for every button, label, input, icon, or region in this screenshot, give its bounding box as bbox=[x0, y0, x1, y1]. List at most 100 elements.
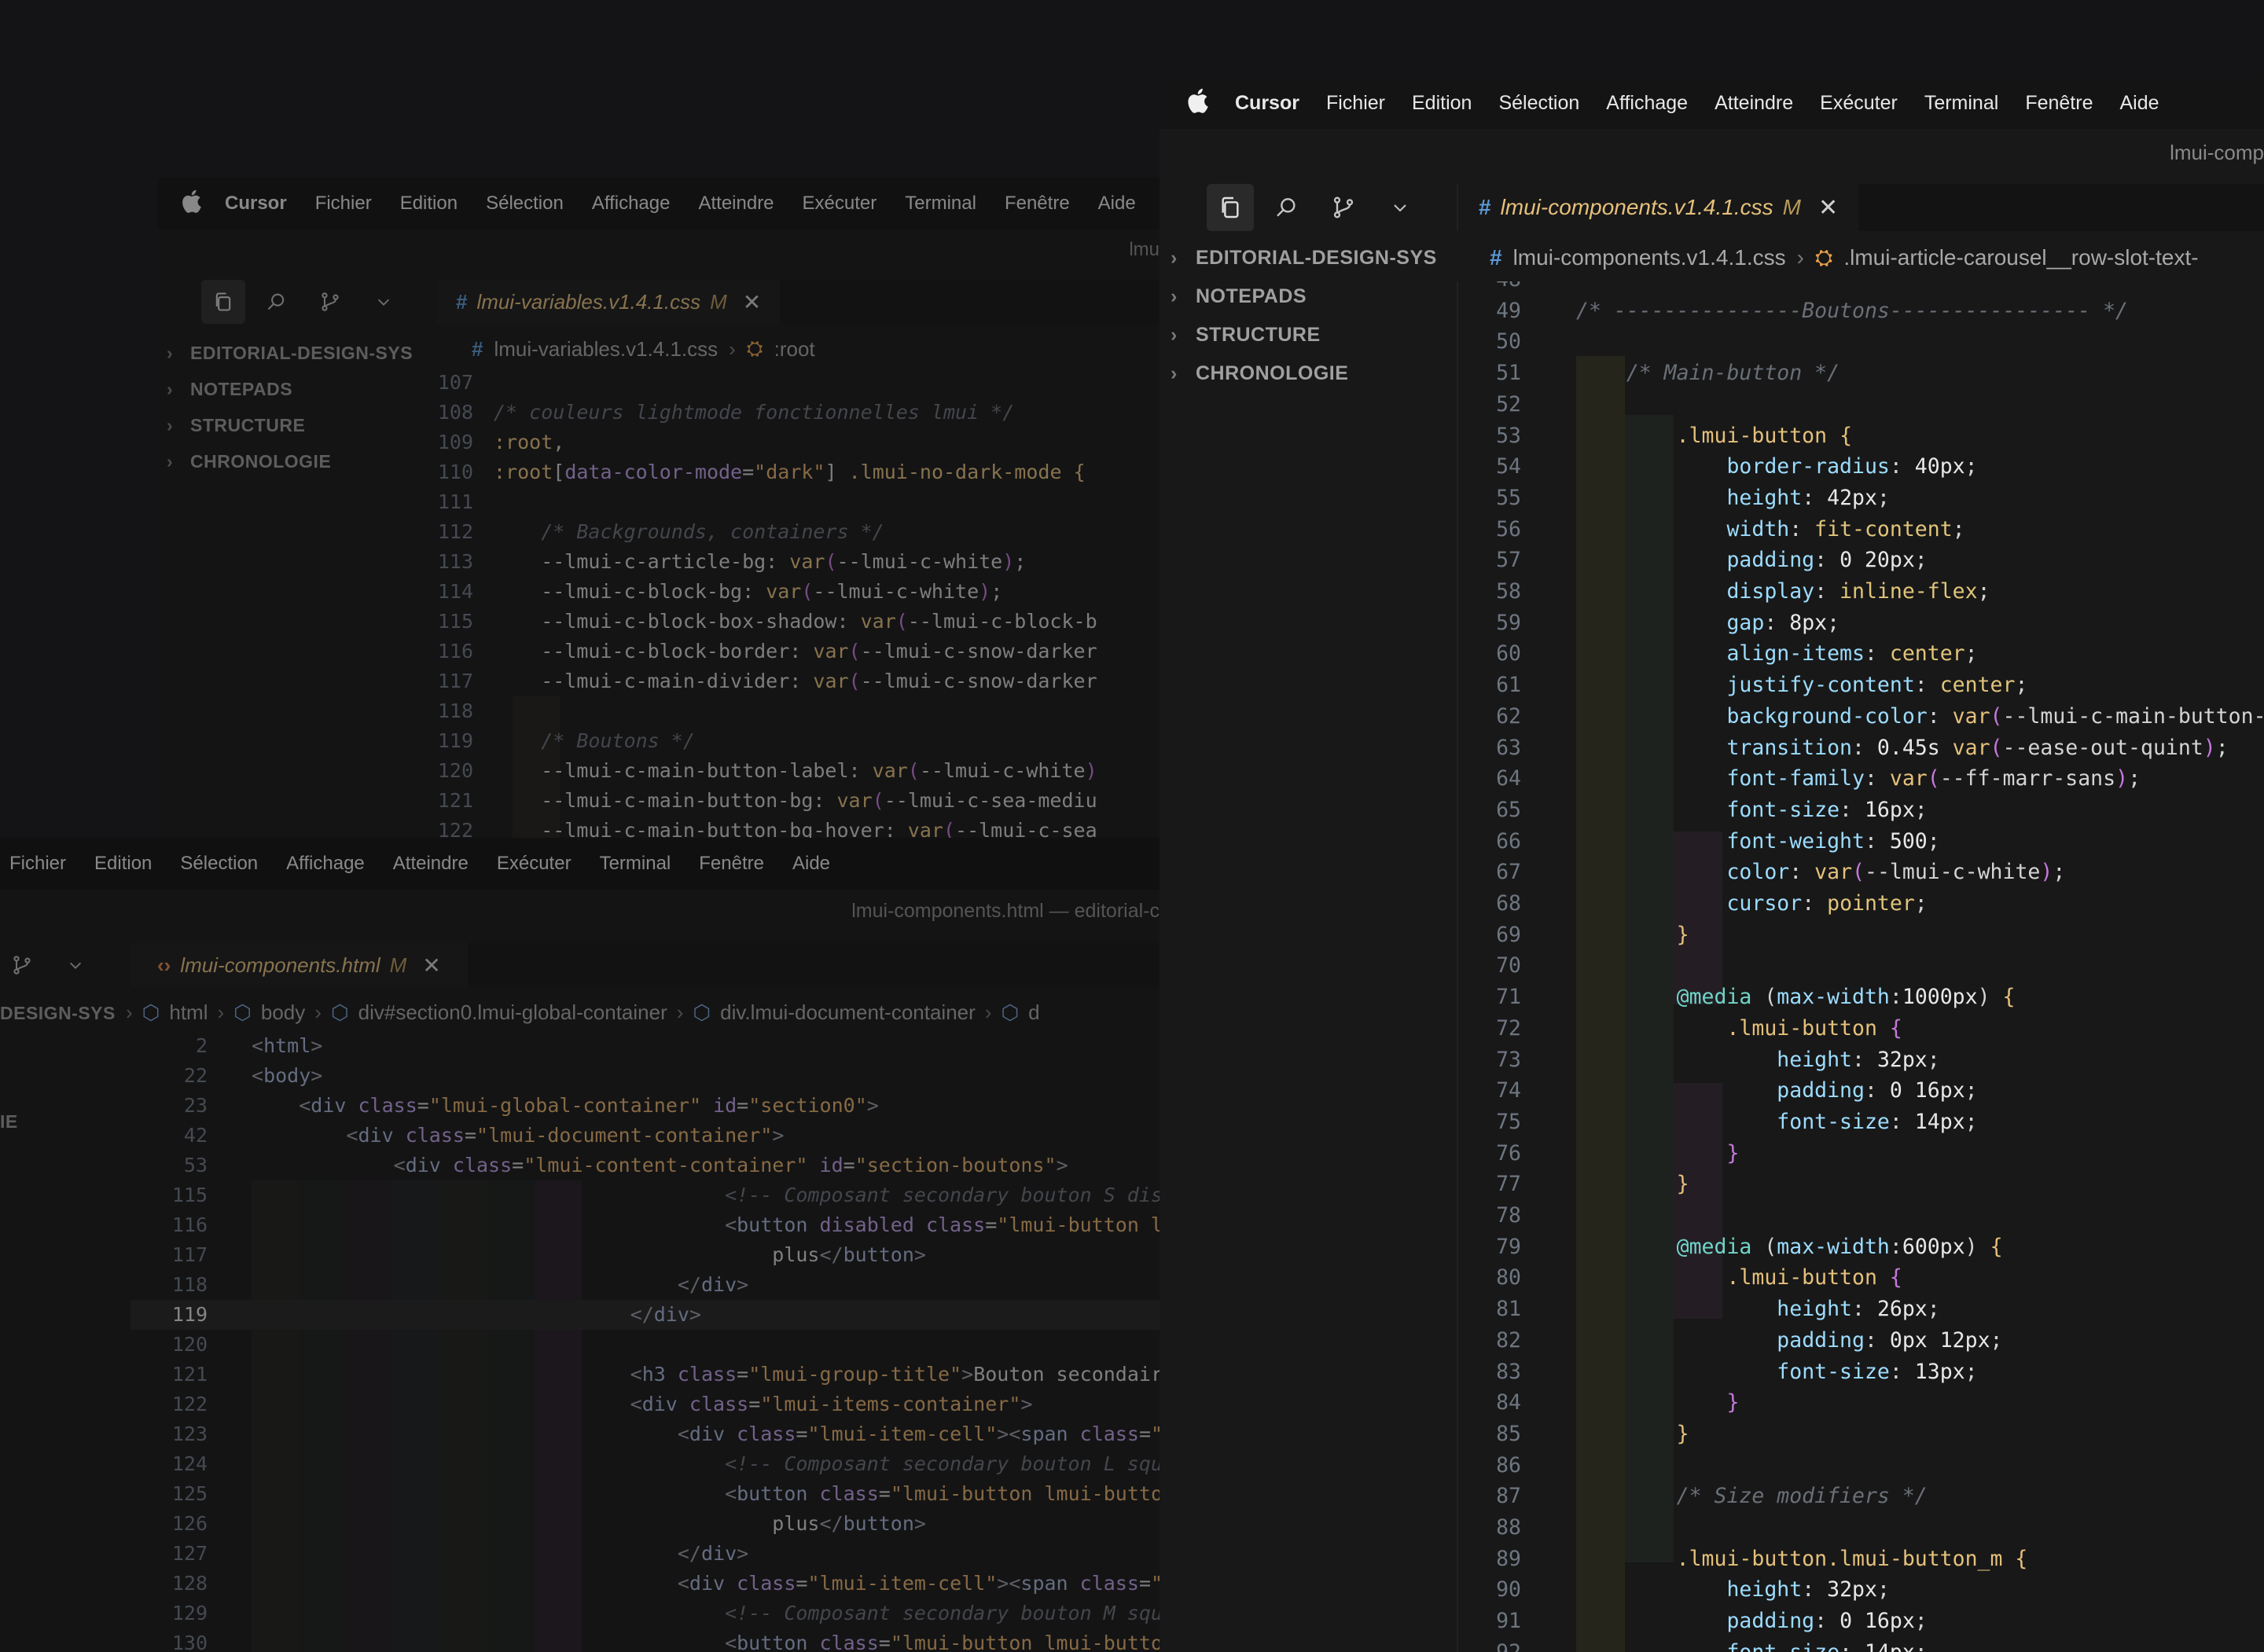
explorer-section[interactable]: › EDITORIAL-DESIGN-SYS bbox=[1171, 239, 1454, 277]
explorer-section[interactable]: › CHRONOLOGIE bbox=[167, 443, 434, 479]
breadcrumb-item[interactable]: .lmui-article-carousel__row-slot-text- bbox=[1843, 245, 2198, 270]
code-line[interactable]: 89 .lmui-button.lmui-button_m { bbox=[1458, 1544, 2264, 1575]
code-line[interactable]: 77 } bbox=[1458, 1169, 2264, 1200]
apple-icon[interactable] bbox=[1160, 88, 1235, 119]
menu-executer[interactable]: Exécuter bbox=[1820, 92, 1898, 115]
code-line[interactable]: 84 } bbox=[1458, 1387, 2264, 1419]
source-control-icon[interactable] bbox=[308, 280, 352, 324]
code-line[interactable]: 117 plus</button> bbox=[130, 1240, 1160, 1270]
code-line[interactable]: 116 --lmui-c-block-border: var(--lmui-c-… bbox=[437, 637, 1160, 666]
code-line[interactable]: 50 bbox=[1458, 326, 2264, 358]
breadcrumb-item[interactable]: div.lmui-document-container bbox=[720, 1000, 976, 1025]
explorer-section[interactable]: › CHRONOLOGIE bbox=[1171, 354, 1454, 393]
code-line[interactable]: 68 cursor: pointer; bbox=[1458, 888, 2264, 920]
breadcrumb-item[interactable]: div#section0.lmui-global-container bbox=[358, 1000, 667, 1025]
menu-affichage[interactable]: Affichage bbox=[1606, 92, 1688, 115]
code-line[interactable]: 65 font-size: 16px; bbox=[1458, 795, 2264, 826]
code-line[interactable]: 90 height: 32px; bbox=[1458, 1574, 2264, 1606]
code-line[interactable]: 71 @media (max-width:1000px) { bbox=[1458, 982, 2264, 1013]
explorer-section[interactable]: › NOTEPADS bbox=[167, 371, 434, 407]
code-line[interactable]: 58 display: inline-flex; bbox=[1458, 576, 2264, 608]
code-line[interactable]: 114 --lmui-c-block-bg: var(--lmui-c-whit… bbox=[437, 577, 1160, 607]
code-line[interactable]: 115 --lmui-c-block-box-shadow: var(--lmu… bbox=[437, 607, 1160, 637]
menu-fenetre[interactable]: Fenêtre bbox=[1005, 193, 1070, 215]
code-line[interactable]: 53 <div class="lmui-content-container" i… bbox=[130, 1151, 1160, 1180]
code-line[interactable]: 61 justify-content: center; bbox=[1458, 670, 2264, 701]
code-line[interactable]: 126 plus</button> bbox=[130, 1509, 1160, 1539]
code-line[interactable]: 81 height: 26px; bbox=[1458, 1294, 2264, 1325]
code-editor[interactable]: 107 108 /* couleurs lightmode fonctionnell… bbox=[437, 368, 1160, 838]
tab-lmui-components-html[interactable]: ‹› lmui-components.html M ✕ bbox=[130, 943, 468, 987]
code-line[interactable]: 83 font-size: 13px; bbox=[1458, 1356, 2264, 1388]
code-line[interactable]: 118 </div> bbox=[130, 1270, 1160, 1300]
breadcrumb-item[interactable]: html bbox=[169, 1000, 208, 1025]
apple-icon[interactable] bbox=[157, 189, 225, 218]
menu-aide[interactable]: Aide bbox=[2119, 92, 2159, 115]
code-line[interactable]: 82 padding: 0px 12px; bbox=[1458, 1325, 2264, 1356]
explorer-section[interactable] bbox=[0, 1067, 126, 1103]
code-line[interactable]: 118 bbox=[437, 696, 1160, 726]
code-line[interactable]: 67 color: var(--lmui-c-white); bbox=[1458, 857, 2264, 888]
code-line[interactable]: 75 font-size: 14px; bbox=[1458, 1107, 2264, 1138]
close-icon[interactable]: ✕ bbox=[1818, 194, 1838, 222]
code-line[interactable]: 124 <!-- Composant secondary bouton L sq… bbox=[130, 1449, 1160, 1479]
code-line[interactable]: 123 <div class="lmui-item-cell"><span cl… bbox=[130, 1419, 1160, 1449]
menu-fenetre[interactable]: Fenêtre bbox=[2025, 92, 2093, 115]
code-line[interactable]: 85 } bbox=[1458, 1419, 2264, 1450]
code-line[interactable]: 121 --lmui-c-main-button-bg: var(--lmui-… bbox=[437, 786, 1160, 816]
menu-affichage[interactable]: Affichage bbox=[592, 193, 671, 215]
menu-edition[interactable]: Edition bbox=[1412, 92, 1472, 115]
menu-app-name[interactable]: Cursor bbox=[1235, 92, 1299, 115]
breadcrumb-item[interactable]: lmui-variables.v1.4.1.css bbox=[494, 337, 718, 362]
code-line[interactable]: 121 <h3 class="lmui-group-title">Bouton … bbox=[130, 1360, 1160, 1390]
menu-aide[interactable]: Aide bbox=[792, 853, 830, 875]
source-control-icon[interactable] bbox=[1320, 184, 1367, 231]
code-line[interactable]: 120 --lmui-c-main-button-label: var(--lm… bbox=[437, 756, 1160, 786]
chevron-down-icon[interactable] bbox=[53, 943, 97, 987]
code-line[interactable]: 73 height: 32px; bbox=[1458, 1044, 2264, 1076]
code-line[interactable]: 125 <button class="lmui-button lmui-butt… bbox=[130, 1479, 1160, 1509]
search-icon[interactable] bbox=[1263, 184, 1310, 231]
code-line[interactable]: 111 bbox=[437, 487, 1160, 517]
code-line[interactable]: 117 --lmui-c-main-divider: var(--lmui-c-… bbox=[437, 666, 1160, 696]
code-line[interactable]: 57 padding: 0 20px; bbox=[1458, 545, 2264, 576]
code-line[interactable]: 127 </div> bbox=[130, 1539, 1160, 1569]
menu-selection[interactable]: Sélection bbox=[180, 853, 258, 875]
code-line[interactable]: 92 font-size: 14px; bbox=[1458, 1637, 2264, 1652]
chevron-down-icon[interactable] bbox=[1376, 184, 1424, 231]
code-line[interactable]: 74 padding: 0 16px; bbox=[1458, 1075, 2264, 1107]
menu-selection[interactable]: Sélection bbox=[1498, 92, 1579, 115]
code-line[interactable]: 63 transition: 0.45s var(--ease-out-quin… bbox=[1458, 732, 2264, 764]
code-line[interactable]: 56 width: fit-content; bbox=[1458, 514, 2264, 545]
explorer-section[interactable]: › NOTEPADS bbox=[1171, 277, 1454, 316]
code-line[interactable]: 62 background-color: var(--lmui-c-main-b… bbox=[1458, 701, 2264, 732]
code-line[interactable]: 86 bbox=[1458, 1450, 2264, 1481]
source-control-icon[interactable] bbox=[0, 943, 44, 987]
code-line[interactable]: 66 font-weight: 500; bbox=[1458, 826, 2264, 857]
code-line[interactable]: 113 --lmui-c-article-bg: var(--lmui-c-wh… bbox=[437, 547, 1160, 577]
code-line[interactable]: 78 bbox=[1458, 1200, 2264, 1232]
code-line[interactable]: 76 } bbox=[1458, 1138, 2264, 1169]
code-line[interactable]: 69 } bbox=[1458, 920, 2264, 951]
explorer-section[interactable]: › STRUCTURE bbox=[167, 407, 434, 443]
code-line[interactable]: 110:root[data-color-mode="dark"] .lmui-n… bbox=[437, 457, 1160, 487]
code-line[interactable]: 64 font-family: var(--ff-marr-sans); bbox=[1458, 763, 2264, 795]
menu-fichier[interactable]: Fichier bbox=[315, 193, 372, 215]
files-icon[interactable] bbox=[1207, 184, 1254, 231]
code-line[interactable]: 119 /* Boutons */ bbox=[437, 726, 1160, 756]
explorer-section[interactable]: DESIGN-SYS bbox=[0, 995, 126, 1031]
code-line[interactable]: 2 <html> bbox=[130, 1031, 1160, 1061]
code-editor[interactable]: 48 49 /* ---------------Boutons-----------… bbox=[1457, 281, 2264, 1652]
chevron-down-icon[interactable] bbox=[362, 280, 406, 324]
code-line[interactable]: 107 bbox=[437, 368, 1160, 398]
code-line[interactable]: 48 bbox=[1458, 281, 2264, 296]
explorer-section[interactable]: IE bbox=[0, 1103, 126, 1140]
code-line[interactable]: 130 <button class="lmui-button lmui-butt… bbox=[130, 1628, 1160, 1652]
code-line[interactable]: 22 <body> bbox=[130, 1061, 1160, 1091]
code-line[interactable]: 80 .lmui-button { bbox=[1458, 1262, 2264, 1294]
code-line[interactable]: 112 /* Backgrounds, containers */ bbox=[437, 517, 1160, 547]
breadcrumb-item[interactable]: body bbox=[261, 1000, 305, 1025]
code-line[interactable]: 60 align-items: center; bbox=[1458, 638, 2264, 670]
menu-selection[interactable]: Sélection bbox=[486, 193, 564, 215]
code-line[interactable]: 42 <div class="lmui-document-container"> bbox=[130, 1121, 1160, 1151]
